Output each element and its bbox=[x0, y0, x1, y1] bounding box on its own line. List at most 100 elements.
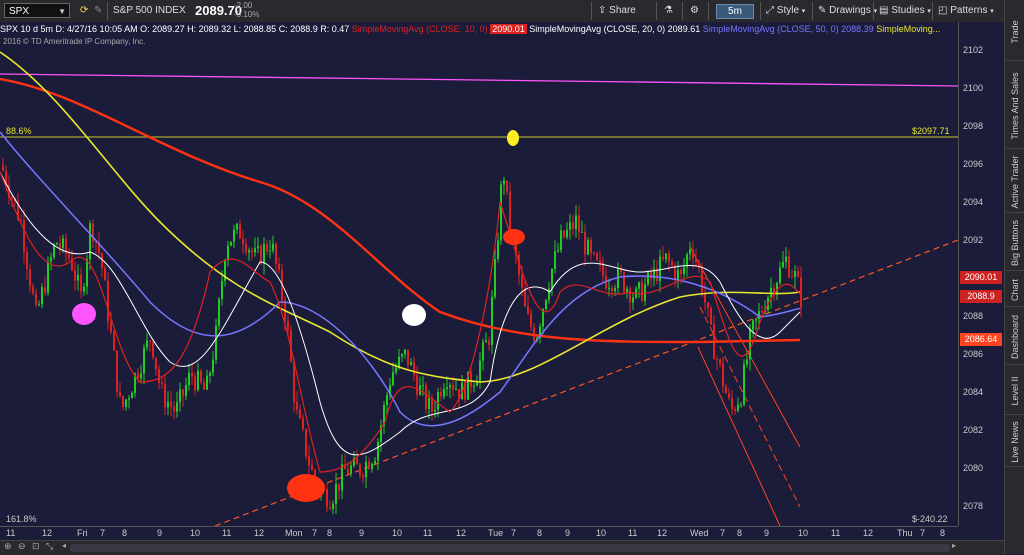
candle-body bbox=[260, 246, 262, 264]
time-tick-label: Wed bbox=[690, 528, 709, 538]
chevron-down-icon[interactable]: ▼ bbox=[58, 4, 66, 19]
side-tab-active-trader[interactable]: Active Trader bbox=[1005, 152, 1024, 213]
candle-body bbox=[434, 409, 436, 412]
candle-body bbox=[455, 389, 457, 391]
gear-icon[interactable]: ⚙ bbox=[690, 3, 699, 18]
candle-body bbox=[710, 308, 712, 325]
style-button[interactable]: ⤢ Style ▾ bbox=[766, 3, 805, 18]
fib-label-bottom-right: $-240.22 bbox=[912, 514, 948, 524]
candle-body bbox=[191, 372, 193, 377]
price-chart[interactable] bbox=[0, 22, 959, 527]
channel-line-lower[interactable] bbox=[697, 346, 781, 527]
yellow-marker[interactable] bbox=[507, 130, 519, 146]
side-tab-label: Dashboard bbox=[1010, 314, 1020, 360]
price-tick-label: 2082 bbox=[963, 424, 984, 435]
candle-body bbox=[287, 321, 289, 330]
horizontal-scrollbar[interactable] bbox=[70, 544, 950, 552]
candle-body bbox=[236, 223, 238, 230]
price-axis[interactable]: 2102210020982096209420922090208820862084… bbox=[958, 22, 1005, 526]
candle-body bbox=[647, 272, 649, 285]
side-tab-level-ii[interactable]: Level II bbox=[1005, 368, 1024, 415]
zoom-out-icon[interactable]: ⊖ bbox=[18, 541, 26, 552]
scroll-right-icon[interactable]: ▸ bbox=[952, 541, 956, 550]
side-tab-label: Live News bbox=[1010, 421, 1020, 463]
candle-body bbox=[329, 507, 331, 510]
link-icon[interactable]: ⟳ bbox=[80, 3, 88, 18]
candle-body bbox=[335, 483, 337, 504]
time-axis[interactable]: 11 12 Fri 7 8 9 10 11 12 Mon 7 8 9 10 11 12 Tue 7 8 9 10 11 12… bbox=[0, 526, 958, 541]
side-tab-chart[interactable]: Chart bbox=[1005, 274, 1024, 307]
candle-body bbox=[197, 370, 199, 391]
white-marker[interactable] bbox=[402, 304, 426, 326]
candle-body bbox=[374, 460, 376, 464]
pink-marker[interactable] bbox=[72, 303, 96, 325]
chevron-down-icon: ▾ bbox=[801, 8, 806, 15]
expand-icon[interactable]: ⤡ bbox=[46, 541, 53, 552]
candle-body bbox=[371, 463, 373, 469]
candle-body bbox=[416, 375, 418, 395]
side-tab-dashboard[interactable]: Dashboard bbox=[1005, 310, 1024, 365]
candle-body bbox=[62, 238, 64, 248]
candle-body bbox=[296, 401, 298, 410]
channel-line-upper[interactable] bbox=[689, 246, 801, 448]
studies-label: Studies bbox=[891, 5, 925, 16]
edit-icon[interactable]: ✎ bbox=[94, 3, 102, 18]
side-tab-trade[interactable]: Trade bbox=[1005, 4, 1024, 61]
candle-body bbox=[227, 245, 229, 261]
side-tab-live-news[interactable]: Live News bbox=[1005, 418, 1024, 467]
candle-body bbox=[167, 401, 169, 408]
trend-line[interactable] bbox=[214, 239, 959, 527]
chart-area[interactable]: 2016 © TD Ameritrade IP Company, Inc. 88… bbox=[0, 22, 959, 527]
candle-body bbox=[305, 428, 307, 457]
candle-body bbox=[245, 244, 247, 253]
fit-icon[interactable]: ⊡ bbox=[32, 541, 40, 552]
patterns-button[interactable]: ◰ Patterns ▾ bbox=[938, 3, 994, 18]
candle-body bbox=[425, 385, 427, 410]
candle-body bbox=[599, 259, 601, 263]
candle-body bbox=[386, 395, 388, 406]
sma10-value: 2090.01 bbox=[490, 24, 527, 34]
candle-body bbox=[188, 372, 190, 386]
candle-body bbox=[326, 489, 328, 508]
candle-body bbox=[251, 250, 253, 253]
candle-body bbox=[170, 401, 172, 407]
price-tick-label: 2102 bbox=[963, 44, 984, 55]
candle-body bbox=[752, 320, 754, 330]
candle-body bbox=[164, 384, 166, 408]
symbol-input[interactable]: SPX ▼ bbox=[4, 3, 70, 18]
candle-body bbox=[521, 275, 523, 288]
scroll-left-icon[interactable]: ◂ bbox=[62, 541, 66, 550]
candle-body bbox=[308, 456, 310, 466]
copyright-text: 2016 © TD Ameritrade IP Company, Inc. bbox=[3, 37, 146, 46]
red-marker[interactable] bbox=[287, 474, 325, 502]
candle-body bbox=[140, 373, 142, 379]
candle-body bbox=[365, 461, 367, 478]
candle-body bbox=[149, 340, 151, 342]
candle-body bbox=[203, 382, 205, 390]
candle-body bbox=[557, 250, 559, 252]
candle-body bbox=[611, 287, 613, 292]
zoom-in-icon[interactable]: ⊕ bbox=[4, 541, 12, 552]
side-tab-times-and-sales[interactable]: Times And Sales bbox=[1005, 64, 1024, 149]
sma50-legend: SimpleMovingAvg (CLOSE, 50, 0) bbox=[702, 24, 839, 34]
time-tick-label: 10 bbox=[596, 528, 607, 538]
candle-body bbox=[182, 389, 184, 396]
resistance-line[interactable] bbox=[0, 73, 959, 87]
candle-body bbox=[50, 257, 52, 262]
drawings-button[interactable]: ✎ Drawings ▾ bbox=[818, 3, 877, 18]
time-tick-label: Fri bbox=[77, 528, 88, 538]
candle-body bbox=[23, 220, 25, 252]
side-tab-big-buttons[interactable]: Big Buttons bbox=[1005, 216, 1024, 271]
price-tag-last: 2088.9 bbox=[960, 290, 1002, 303]
candle-body bbox=[587, 240, 589, 255]
candle-body bbox=[410, 361, 412, 366]
share-button[interactable]: ⇪ Share bbox=[598, 3, 636, 18]
flask-icon[interactable]: ⚗ bbox=[664, 3, 673, 18]
candle-body bbox=[485, 340, 487, 343]
timeframe-button[interactable]: 5m bbox=[716, 4, 754, 19]
candle-body bbox=[554, 251, 556, 269]
studies-button[interactable]: ▤ Studies ▾ bbox=[879, 3, 931, 18]
time-tick-label: 8 bbox=[122, 528, 128, 538]
symbol-text: SPX bbox=[9, 6, 30, 17]
red-marker[interactable] bbox=[503, 229, 525, 245]
